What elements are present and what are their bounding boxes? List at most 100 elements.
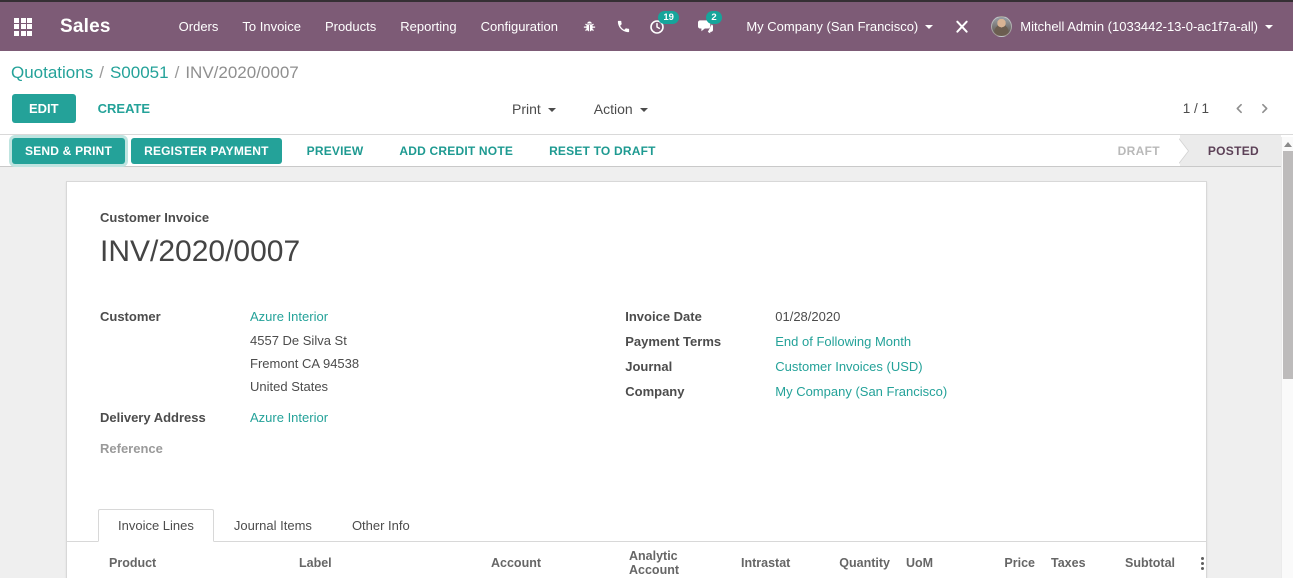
chevron-down-icon [1265, 25, 1273, 29]
preview-button[interactable]: PREVIEW [294, 138, 377, 164]
partner-field-group: Customer Azure Interior 4557 De Silva St… [100, 307, 625, 463]
chevron-left-icon [1233, 102, 1246, 115]
phone-icon [616, 19, 631, 34]
messages-count-badge: 2 [706, 11, 721, 24]
tab-other-info[interactable]: Other Info [332, 509, 430, 542]
notebook-tabs: Invoice Lines Journal Items Other Info [67, 509, 1206, 542]
user-menu[interactable]: Mitchell Admin (1033442-13-0-ac1f7a-all) [979, 2, 1285, 51]
breadcrumb: Quotations/S00051/INV/2020/0007 [0, 51, 1293, 85]
pager-next-button[interactable] [1252, 100, 1277, 117]
user-avatar [991, 16, 1012, 37]
scrollbar-thumb[interactable] [1283, 151, 1293, 379]
pager-count: 1 / 1 [1183, 101, 1209, 116]
chevron-down-icon [640, 108, 648, 112]
delivery-address-field-label: Delivery Address [100, 408, 250, 427]
tab-invoice-lines[interactable]: Invoice Lines [98, 509, 214, 542]
tab-journal-items[interactable]: Journal Items [214, 509, 332, 542]
col-product[interactable]: Product [101, 549, 291, 576]
status-stages: DRAFT POSTED [1104, 135, 1281, 166]
invoice-info-field-group: Invoice Date 01/28/2020 Payment Terms En… [625, 307, 1173, 463]
user-name-label: Mitchell Admin (1033442-13-0-ac1f7a-all) [1020, 19, 1258, 34]
action-dropdown[interactable]: Action [582, 95, 660, 123]
col-analytic-account[interactable]: Analytic Account [621, 542, 733, 578]
document-type-label: Customer Invoice [100, 210, 1173, 225]
breadcrumb-s00051[interactable]: S00051 [110, 63, 169, 82]
breadcrumb-quotations[interactable]: Quotations [11, 63, 93, 82]
company-link[interactable]: My Company (San Francisco) [775, 384, 947, 399]
menu-products[interactable]: Products [313, 2, 388, 51]
menu-configuration[interactable]: Configuration [469, 2, 570, 51]
send-print-button[interactable]: SEND & PRINT [12, 138, 125, 164]
menu-orders[interactable]: Orders [167, 2, 231, 51]
col-account[interactable]: Account [483, 549, 621, 576]
col-subtotal[interactable]: Subtotal [1098, 549, 1183, 576]
create-button[interactable]: CREATE [84, 94, 164, 123]
handle-column-spacer [67, 556, 101, 569]
statusbar-buttons: SEND & PRINT REGISTER PAYMENT PREVIEW AD… [0, 135, 679, 166]
breadcrumb-separator: / [169, 63, 186, 82]
action-label: Action [594, 101, 633, 117]
customer-link[interactable]: Azure Interior [250, 309, 328, 324]
invoice-date-value[interactable]: 01/28/2020 [775, 307, 840, 326]
chevron-down-icon [925, 25, 933, 29]
app-window: Sales Orders To Invoice Products Reporti… [0, 0, 1293, 578]
stage-posted-active[interactable]: POSTED [1180, 135, 1281, 166]
stage-draft[interactable]: DRAFT [1104, 135, 1180, 166]
vertical-dots-icon [1201, 557, 1204, 560]
optional-columns-button[interactable] [1191, 553, 1214, 574]
activities-button[interactable]: 19 [640, 2, 674, 51]
delivery-address-link[interactable]: Azure Interior [250, 410, 328, 425]
add-credit-note-button[interactable]: ADD CREDIT NOTE [386, 138, 526, 164]
col-quantity[interactable]: Quantity [805, 549, 898, 576]
col-taxes[interactable]: Taxes [1043, 549, 1098, 576]
menu-reporting[interactable]: Reporting [388, 2, 468, 51]
reset-to-draft-button[interactable]: RESET TO DRAFT [536, 138, 669, 164]
pager: 1 / 1 [1183, 100, 1277, 117]
journal-link[interactable]: Customer Invoices (USD) [775, 359, 922, 374]
col-label[interactable]: Label [291, 549, 483, 576]
payment-terms-link[interactable]: End of Following Month [775, 334, 911, 349]
pager-previous-button[interactable] [1227, 100, 1252, 117]
voip-phone-button[interactable] [606, 2, 640, 51]
vertical-scrollbar[interactable] [1281, 137, 1293, 578]
top-navbar: Sales Orders To Invoice Products Reporti… [0, 2, 1293, 51]
scrollbar-up-arrow[interactable] [1284, 142, 1292, 147]
app-menu: Orders To Invoice Products Reporting Con… [167, 2, 570, 51]
col-uom[interactable]: UoM [898, 549, 986, 576]
invoice-sheet: Customer Invoice INV/2020/0007 Customer … [66, 181, 1207, 578]
support-tools-button[interactable] [945, 2, 979, 51]
control-panel: Quotations/S00051/INV/2020/0007 EDIT CRE… [0, 51, 1293, 134]
breadcrumb-current: INV/2020/0007 [185, 63, 298, 82]
print-action-group: Print Action [500, 95, 660, 123]
edit-button[interactable]: EDIT [12, 94, 76, 123]
apps-menu-button[interactable] [0, 2, 46, 51]
messages-button[interactable]: 2 [688, 2, 722, 51]
company-switcher[interactable]: My Company (San Francisco) [734, 2, 945, 51]
company-field-label: Company [625, 382, 775, 401]
debug-bug-icon[interactable] [572, 2, 606, 51]
customer-field-label: Customer [100, 307, 250, 326]
apps-grid-icon [14, 18, 32, 36]
reference-field-label: Reference [100, 439, 250, 458]
app-title[interactable]: Sales [60, 16, 111, 38]
field-groups: Customer Azure Interior 4557 De Silva St… [100, 307, 1173, 463]
form-view-container: Customer Invoice INV/2020/0007 Customer … [0, 167, 1293, 578]
control-buttons-row: EDIT CREATE Print Action 1 / 1 [0, 85, 1293, 134]
print-label: Print [512, 101, 541, 117]
col-price[interactable]: Price [986, 549, 1043, 576]
invoice-lines-table: Product Label Account Analytic Account I… [67, 542, 1206, 578]
statusbar: SEND & PRINT REGISTER PAYMENT PREVIEW AD… [0, 134, 1293, 167]
register-payment-button[interactable]: REGISTER PAYMENT [131, 138, 282, 164]
bug-icon [582, 19, 597, 34]
customer-address-line: United States [250, 377, 625, 396]
customer-address-line: 4557 De Silva St [250, 331, 625, 350]
print-dropdown[interactable]: Print [500, 95, 568, 123]
table-header-row: Product Label Account Analytic Account I… [67, 542, 1206, 578]
wrench-screwdriver-icon [954, 19, 970, 35]
topbar-systray: 19 2 My Company (San Francisco) [572, 2, 1293, 51]
col-intrastat[interactable]: Intrastat [733, 549, 805, 576]
chevron-down-icon [548, 108, 556, 112]
journal-field-label: Journal [625, 357, 775, 376]
company-switcher-label: My Company (San Francisco) [746, 19, 918, 34]
menu-to-invoice[interactable]: To Invoice [230, 2, 313, 51]
